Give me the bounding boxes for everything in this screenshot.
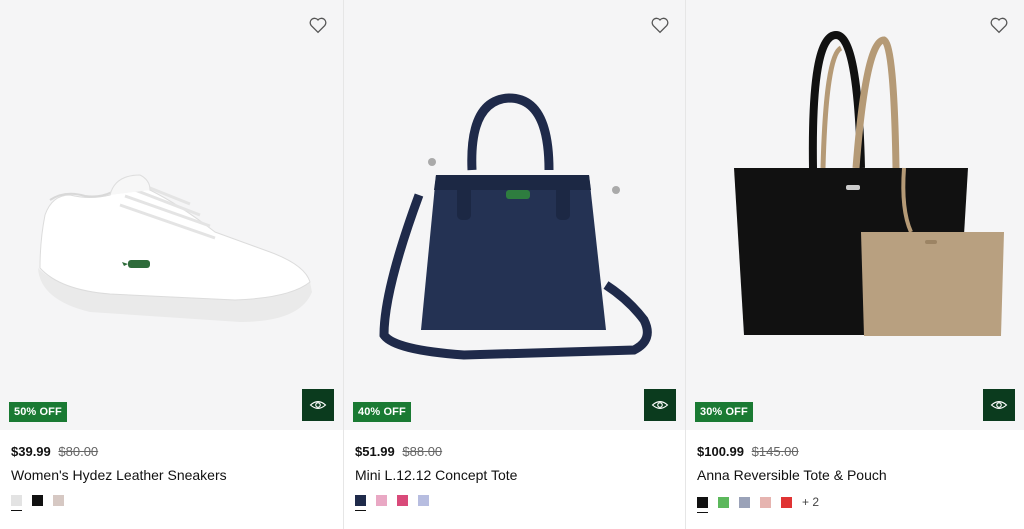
color-swatch[interactable] (418, 495, 429, 506)
sale-price: $51.99 (355, 444, 395, 459)
color-swatches (355, 495, 429, 511)
heart-icon[interactable] (307, 14, 329, 36)
color-swatches (11, 495, 64, 511)
color-swatches: + 2 (697, 495, 819, 513)
tote-and-pouch-image (734, 30, 1004, 336)
product-card[interactable]: 50% OFF $39.99 $80.00 Women's Hydez Leat… (0, 0, 343, 529)
color-swatch[interactable] (53, 495, 64, 506)
product-card[interactable]: 40% OFF $51.99 $88.00 Mini L.12.12 Conce… (344, 0, 685, 529)
color-swatch[interactable] (718, 496, 729, 508)
product-grid: 50% OFF $39.99 $80.00 Women's Hydez Leat… (0, 0, 1024, 529)
discount-badge: 30% OFF (695, 402, 753, 422)
original-price: $80.00 (58, 444, 99, 459)
color-swatch[interactable] (11, 495, 22, 511)
color-swatch[interactable] (397, 495, 408, 506)
color-swatch[interactable] (781, 496, 792, 508)
sale-price: $39.99 (11, 444, 51, 459)
price-row: $100.99 $145.00 (697, 444, 799, 459)
color-swatch[interactable] (739, 496, 750, 508)
sneaker-image (38, 174, 312, 322)
product-title[interactable]: Anna Reversible Tote & Pouch (697, 467, 887, 483)
discount-badge: 50% OFF (9, 402, 67, 422)
more-colors-link[interactable]: + 2 (802, 495, 819, 509)
price-row: $39.99 $80.00 (11, 444, 98, 459)
color-swatch[interactable] (697, 496, 708, 513)
original-price: $145.00 (751, 444, 799, 459)
product-image-area[interactable]: 50% OFF (0, 0, 343, 430)
sale-price: $100.99 (697, 444, 744, 459)
tote-bag-image (379, 93, 652, 360)
product-image-area[interactable]: 30% OFF (686, 0, 1024, 430)
quick-view-button[interactable] (644, 389, 676, 421)
product-title[interactable]: Mini L.12.12 Concept Tote (355, 467, 517, 483)
price-row: $51.99 $88.00 (355, 444, 442, 459)
eye-icon (309, 401, 327, 409)
color-swatch[interactable] (376, 495, 387, 506)
quick-view-button[interactable] (302, 389, 334, 421)
color-swatch[interactable] (355, 495, 366, 511)
heart-icon[interactable] (988, 14, 1010, 36)
quick-view-button[interactable] (983, 389, 1015, 421)
product-image-area[interactable]: 40% OFF (344, 0, 685, 430)
eye-icon (651, 401, 669, 409)
original-price: $88.00 (402, 444, 443, 459)
discount-badge: 40% OFF (353, 402, 411, 422)
heart-icon[interactable] (649, 14, 671, 36)
product-title[interactable]: Women's Hydez Leather Sneakers (11, 467, 227, 483)
color-swatch[interactable] (32, 495, 43, 506)
eye-icon (990, 401, 1008, 409)
color-swatch[interactable] (760, 496, 771, 508)
product-card[interactable]: 30% OFF $100.99 $145.00 Anna Reversible … (686, 0, 1024, 529)
